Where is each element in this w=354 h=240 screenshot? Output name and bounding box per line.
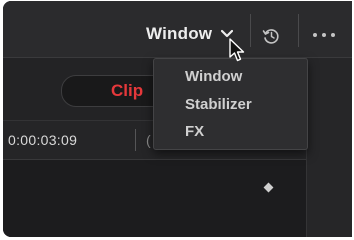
keyframe-area <box>3 160 352 237</box>
side-panel-strip <box>306 58 352 237</box>
ruler-tick <box>135 129 136 151</box>
window-menu-label: Window <box>146 24 213 43</box>
toolbar-divider <box>298 14 299 47</box>
dot <box>322 33 326 37</box>
toolbar: Window <box>3 1 352 58</box>
window-menu-button[interactable]: Window <box>146 24 234 44</box>
secondary-timecode: ( <box>146 132 151 148</box>
menu-item-window[interactable]: Window <box>185 68 242 85</box>
dot <box>331 33 335 37</box>
more-options-icon[interactable] <box>313 33 335 37</box>
toolbar-divider <box>250 14 251 47</box>
history-icon[interactable] <box>261 26 281 46</box>
keyframe-marker[interactable] <box>263 182 274 193</box>
inspector-panel: Window Clip 0:00:03:09 ( Window Stabiliz… <box>3 1 352 237</box>
clip-label: Clip <box>111 81 144 100</box>
mouse-cursor-icon <box>229 38 245 62</box>
menu-item-fx[interactable]: FX <box>185 123 204 140</box>
dot <box>313 33 317 37</box>
timecode-display: 0:00:03:09 <box>8 132 78 148</box>
window-dropdown-menu: Window Stabilizer FX <box>153 58 308 150</box>
menu-item-stabilizer[interactable]: Stabilizer <box>185 96 252 113</box>
